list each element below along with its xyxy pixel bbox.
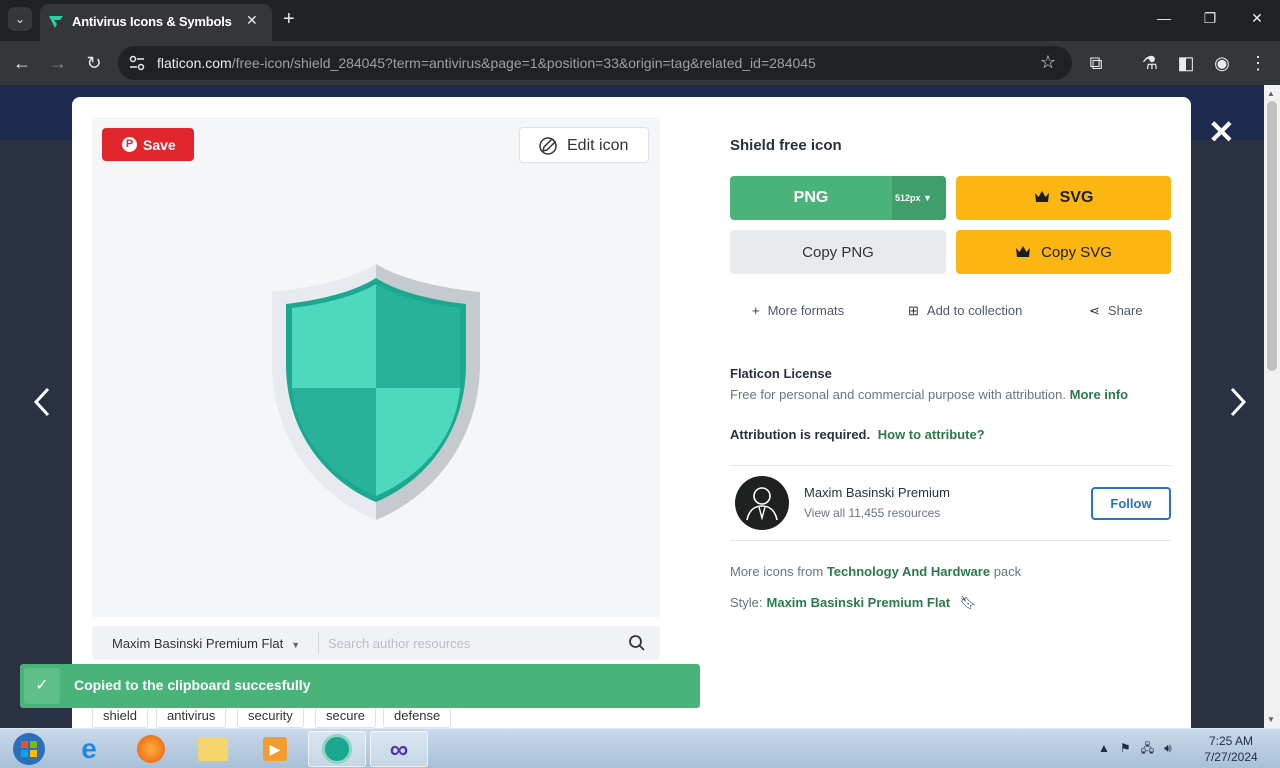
browser-tab-bar: ⌄ Antivirus Icons & Symbols ✕ + — ❐ ✕ bbox=[0, 0, 1280, 41]
share-button[interactable]: ⋖ Share bbox=[1089, 303, 1143, 319]
action-center-flag-icon[interactable]: ⚑ bbox=[1120, 741, 1131, 755]
edit-label: Edit icon bbox=[567, 137, 629, 154]
icon-detail-modal: P Save Edit icon Maxim Basinski Premium … bbox=[72, 97, 1191, 728]
site-settings-icon[interactable] bbox=[128, 54, 146, 72]
system-tray: ▲ ⚑ 🖧︎ 🔊︎ bbox=[1098, 739, 1172, 760]
media-player-icon: ▶ bbox=[263, 737, 287, 761]
folder-icon bbox=[198, 737, 228, 761]
divider bbox=[730, 540, 1171, 541]
close-tab-icon[interactable]: ✕ bbox=[246, 12, 258, 29]
license-description: Free for personal and commercial purpose… bbox=[730, 387, 1129, 402]
toast-message: Copied to the clipboard succesfully bbox=[74, 677, 311, 693]
modal-close-icon[interactable]: ✕ bbox=[1208, 116, 1235, 148]
png-label: PNG bbox=[793, 189, 829, 206]
bookmark-star-icon[interactable]: ☆ bbox=[1040, 52, 1056, 73]
windows-logo-icon bbox=[13, 733, 45, 765]
author-style-select[interactable]: Maxim Basinski Premium Flat ▼ bbox=[112, 636, 300, 651]
side-panel-icon[interactable]: ◧ bbox=[1174, 53, 1198, 73]
windows-taskbar: e ▶ ∞ ▲ ⚑ 🖧︎ 🔊︎ 7:25 AM 7/27/2024 bbox=[0, 728, 1280, 768]
license-title: Flaticon License bbox=[730, 366, 832, 381]
person-icon bbox=[746, 487, 778, 521]
collection-icon: ⊞ bbox=[908, 303, 919, 318]
taskbar-internet-explorer[interactable]: e bbox=[60, 731, 118, 767]
scrollbar-thumb[interactable] bbox=[1267, 101, 1277, 371]
taskbar-firefox[interactable] bbox=[122, 731, 180, 767]
copy-png-button[interactable]: Copy PNG bbox=[730, 230, 946, 274]
infinity-icon: ∞ bbox=[389, 733, 409, 764]
volume-icon[interactable]: 🔊︎ bbox=[1164, 741, 1172, 755]
pinterest-save-button[interactable]: P Save bbox=[102, 128, 194, 161]
check-icon: ✓ bbox=[24, 668, 60, 704]
page-scrollbar[interactable]: ▲ ▼ bbox=[1264, 85, 1280, 728]
window-close-icon[interactable]: ✕ bbox=[1245, 10, 1269, 27]
pencil-icon bbox=[539, 137, 557, 155]
plus-icon: + bbox=[752, 303, 760, 318]
address-bar[interactable]: flaticon.com/free-icon/shield_284045?ter… bbox=[118, 46, 1072, 80]
divider bbox=[730, 465, 1171, 466]
bookmark-icon[interactable]: 🔖︎ bbox=[960, 595, 977, 610]
follow-button[interactable]: Follow bbox=[1091, 487, 1171, 520]
author-search-input[interactable]: Search author resources bbox=[328, 636, 470, 651]
edit-icon-button[interactable]: Edit icon bbox=[519, 127, 649, 163]
style-row: Style: Maxim Basinski Premium Flat 🔖︎ bbox=[730, 595, 977, 610]
extensions-icon[interactable]: ⧉ bbox=[1084, 53, 1108, 73]
style-link[interactable]: Maxim Basinski Premium Flat bbox=[767, 595, 951, 610]
clock-time: 7:25 AM bbox=[1208, 734, 1254, 748]
author-avatar[interactable] bbox=[735, 476, 789, 530]
copy-svg-button[interactable]: Copy SVG bbox=[956, 230, 1171, 274]
more-info-link[interactable]: More info bbox=[1070, 387, 1129, 402]
previous-arrow-icon[interactable] bbox=[30, 385, 54, 419]
next-arrow-icon[interactable] bbox=[1226, 385, 1250, 419]
browser-toolbar: ← → ↻ flaticon.com/free-icon/shield_2840… bbox=[0, 41, 1280, 85]
menu-icon[interactable]: ⋮ bbox=[1246, 53, 1270, 73]
forward-icon[interactable]: → bbox=[46, 53, 70, 73]
minimize-icon[interactable]: — bbox=[1152, 10, 1176, 26]
url-text: flaticon.com/free-icon/shield_284045?ter… bbox=[157, 55, 816, 71]
restore-icon[interactable]: ❐ bbox=[1198, 10, 1222, 27]
clipboard-toast: ✓ Copied to the clipboard succesfully bbox=[20, 664, 700, 708]
internet-explorer-icon: e bbox=[81, 733, 97, 764]
author-name[interactable]: Maxim Basinski Premium bbox=[804, 485, 950, 500]
tab-title: Antivirus Icons & Symbols bbox=[72, 14, 232, 29]
attribution-required: Attribution is required. How to attribut… bbox=[730, 427, 985, 442]
shield-icon bbox=[272, 264, 480, 520]
author-resources-search: Maxim Basinski Premium Flat ▼ Search auth… bbox=[92, 626, 660, 660]
tab-search-button[interactable]: ⌄ bbox=[8, 7, 32, 31]
how-to-attribute-link[interactable]: How to attribute? bbox=[878, 427, 985, 442]
save-label: Save bbox=[143, 137, 176, 153]
browser-tab[interactable]: Antivirus Icons & Symbols ✕ bbox=[40, 4, 272, 41]
crown-icon bbox=[1034, 191, 1049, 202]
pack-link[interactable]: Technology And Hardware bbox=[827, 564, 990, 579]
pinterest-icon: P bbox=[122, 137, 137, 152]
tray-expand-icon[interactable]: ▲ bbox=[1098, 741, 1110, 755]
icon-title: Shield free icon bbox=[730, 137, 842, 154]
labs-icon[interactable]: ⚗ bbox=[1138, 53, 1162, 73]
crown-icon bbox=[1016, 246, 1031, 257]
firefox-icon bbox=[137, 735, 165, 763]
png-size-dropdown[interactable]: 512px ▼ bbox=[892, 176, 946, 220]
clock-date: 7/27/2024 bbox=[1204, 750, 1258, 764]
more-formats-button[interactable]: + More formats bbox=[752, 303, 844, 318]
back-icon[interactable]: ← bbox=[10, 53, 34, 73]
add-to-collection-button[interactable]: ⊞ Add to collection bbox=[908, 303, 1022, 319]
new-tab-icon[interactable]: + bbox=[283, 8, 295, 31]
taskbar-media-player[interactable]: ▶ bbox=[246, 731, 304, 767]
taskbar-app[interactable]: ∞ bbox=[370, 731, 428, 767]
download-svg-button[interactable]: SVG bbox=[956, 176, 1171, 220]
start-button[interactable] bbox=[0, 731, 58, 767]
taskbar-file-explorer[interactable] bbox=[184, 731, 242, 767]
network-icon[interactable]: 🖧︎ bbox=[1141, 741, 1154, 755]
flaticon-favicon-icon bbox=[49, 16, 63, 28]
reload-icon[interactable]: ↻ bbox=[82, 53, 106, 73]
search-icon[interactable] bbox=[628, 634, 646, 652]
download-png-button[interactable]: PNG 512px ▼ bbox=[730, 176, 946, 220]
share-icon: ⋖ bbox=[1089, 303, 1100, 318]
taskbar-clock[interactable]: 7:25 AM 7/27/2024 bbox=[1196, 733, 1266, 765]
profile-icon[interactable]: ◉ bbox=[1210, 53, 1234, 73]
browser-app-icon bbox=[322, 734, 352, 764]
more-icons-from-pack: More icons from Technology And Hardware … bbox=[730, 564, 1022, 579]
taskbar-chrome[interactable] bbox=[308, 731, 366, 767]
author-resources-link[interactable]: View all 11,455 resources bbox=[804, 506, 940, 520]
